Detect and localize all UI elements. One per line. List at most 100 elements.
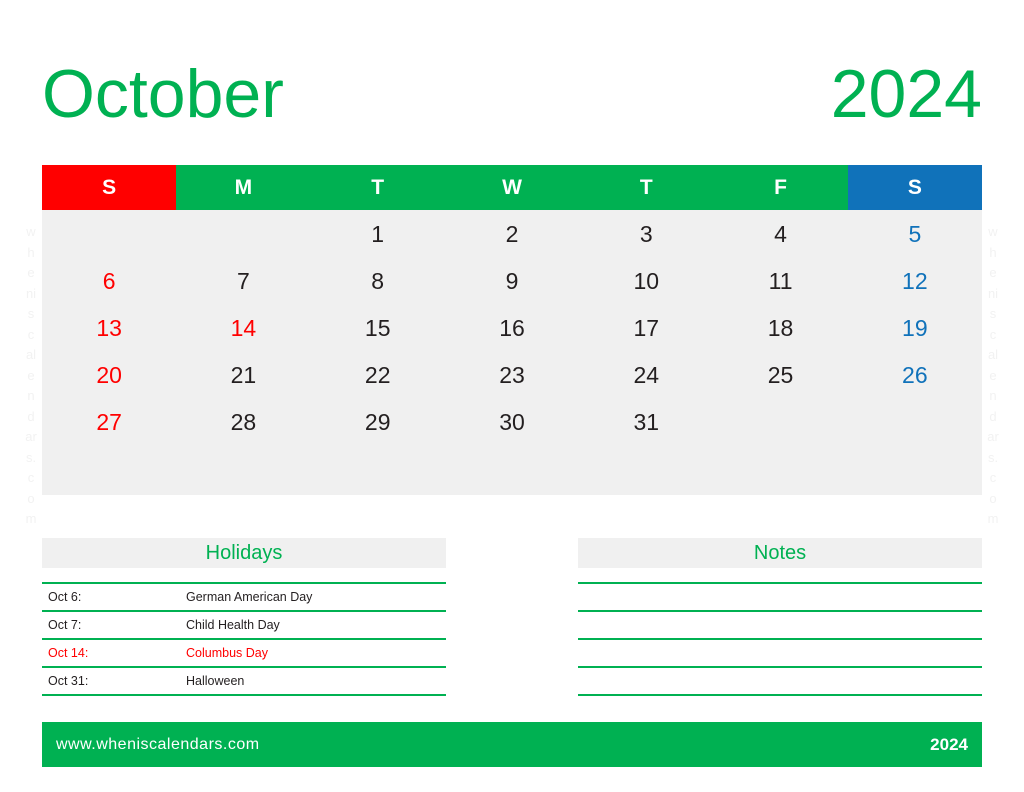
calendar-day-13[interactable]: 13	[42, 305, 176, 352]
watermark-char: e	[989, 265, 997, 280]
watermark-char: c	[27, 470, 35, 485]
calendar-day-empty	[713, 446, 847, 493]
watermark-char: c	[989, 470, 997, 485]
calendar-day-18[interactable]: 18	[713, 305, 847, 352]
calendar-day-3[interactable]: 3	[579, 211, 713, 258]
calendar-day-23[interactable]: 23	[445, 352, 579, 399]
note-line[interactable]	[578, 696, 982, 724]
watermark-char: al	[25, 347, 37, 362]
footer-site-url[interactable]: www.wheniscalendars.com	[56, 736, 260, 754]
holiday-label: German American Day	[186, 590, 313, 604]
watermark-left: w h e ni s c al e n d ar s. c o m	[18, 222, 44, 530]
calendar-day-24[interactable]: 24	[579, 352, 713, 399]
watermark-char: o	[27, 490, 35, 506]
watermark-char: w	[988, 224, 998, 239]
holidays-heading: Holidays	[42, 538, 446, 568]
watermark-char: s	[989, 306, 997, 321]
holiday-row: Oct 6: German American Day	[42, 584, 446, 612]
calendar-day-20[interactable]: 20	[42, 352, 176, 399]
watermark-right: w h e ni s c al e n d ar s. c o m	[980, 222, 1006, 530]
note-line[interactable]	[578, 612, 982, 640]
watermark-char: n	[989, 388, 997, 403]
watermark-char: h	[27, 244, 35, 260]
calendar-day-empty	[848, 446, 982, 493]
calendar-day-6[interactable]: 6	[42, 258, 176, 305]
watermark-char: ar	[987, 429, 999, 444]
watermark-char: ar	[25, 429, 37, 444]
calendar-day-21[interactable]: 21	[176, 352, 310, 399]
calendar-grid: SMTWTFS 1 2 3 4 5 6 7 8 9 10 11 12 13 14 15 16 17 18 19 20 2…	[42, 165, 982, 495]
calendar-day-27[interactable]: 27	[42, 399, 176, 446]
watermark-char: h	[989, 244, 997, 260]
calendar-day-29[interactable]: 29	[311, 399, 445, 446]
calendar-day-30[interactable]: 30	[445, 399, 579, 446]
watermark-char: s.	[25, 449, 37, 465]
calendar-day-empty	[42, 446, 176, 493]
calendar-day-4[interactable]: 4	[713, 211, 847, 258]
watermark-char: o	[989, 490, 997, 506]
watermark-char: m	[987, 511, 999, 526]
calendar-day-12[interactable]: 12	[848, 258, 982, 305]
watermark-char: n	[27, 388, 35, 403]
lower-panels: Holidays Oct 6: German American Day Oct 7:…	[42, 538, 982, 724]
holiday-date: Oct 14:	[48, 646, 89, 660]
calendar-day-empty	[445, 446, 579, 493]
calendar-weekday-header: SMTWTFS	[42, 165, 982, 210]
note-line[interactable]	[578, 584, 982, 612]
note-line[interactable]	[578, 640, 982, 668]
watermark-char: c	[989, 326, 997, 342]
calendar-day-empty	[311, 446, 445, 493]
watermark-char: m	[25, 511, 37, 526]
calendar-day-31[interactable]: 31	[579, 399, 713, 446]
calendar-day-19[interactable]: 19	[848, 305, 982, 352]
watermark-char: s	[27, 306, 35, 321]
watermark-char: e	[27, 367, 35, 383]
calendar-day-10[interactable]: 10	[579, 258, 713, 305]
watermark-char: w	[26, 224, 36, 239]
weekday-header-cell-3: W	[444, 165, 580, 210]
calendar-day-empty	[713, 399, 847, 446]
calendar-day-25[interactable]: 25	[713, 352, 847, 399]
notes-heading: Notes	[578, 538, 982, 568]
weekday-header-cell-5: F	[713, 165, 848, 210]
calendar-day-8[interactable]: 8	[311, 258, 445, 305]
calendar-day-26[interactable]: 26	[848, 352, 982, 399]
holiday-date: Oct 7:	[48, 618, 82, 632]
calendar-day-14[interactable]: 14	[176, 305, 310, 352]
watermark-char: s.	[987, 449, 999, 465]
calendar-day-9[interactable]: 9	[445, 258, 579, 305]
weekday-header-cell-2: T	[310, 165, 445, 210]
calendar-day-empty	[579, 446, 713, 493]
calendar-day-1[interactable]: 1	[311, 211, 445, 258]
weekday-header-cell-1: M	[176, 165, 311, 210]
calendar-day-empty	[848, 399, 982, 446]
calendar-day-2[interactable]: 2	[445, 211, 579, 258]
weekday-header-cell-4: T	[579, 165, 714, 210]
holiday-date: Oct 6:	[48, 590, 82, 604]
note-line[interactable]	[578, 668, 982, 696]
calendar-day-11[interactable]: 11	[713, 258, 847, 305]
footer-bar: www.wheniscalendars.com 2024	[42, 722, 982, 767]
calendar-days-body: 1 2 3 4 5 6 7 8 9 10 11 12 13 14 15 16 17 18 19 20 21 22 23 24 2…	[42, 210, 982, 495]
calendar-day-16[interactable]: 16	[445, 305, 579, 352]
watermark-char: d	[989, 408, 997, 424]
holiday-label: Halloween	[186, 674, 245, 688]
calendar-day-15[interactable]: 15	[311, 305, 445, 352]
watermark-char: e	[27, 265, 35, 280]
watermark-char: al	[987, 347, 999, 362]
calendar-day-17[interactable]: 17	[579, 305, 713, 352]
holidays-panel: Holidays Oct 6: German American Day Oct 7:…	[42, 538, 446, 724]
calendar-title-row: October 2024	[42, 48, 982, 140]
holiday-row: Oct 14: Columbus Day	[42, 640, 446, 668]
watermark-char: e	[989, 367, 997, 383]
calendar-day-5[interactable]: 5	[848, 211, 982, 258]
calendar-day-empty	[176, 211, 310, 258]
footer-year: 2024	[930, 734, 968, 754]
weekday-header-cell-6: S	[847, 165, 982, 210]
calendar-day-7[interactable]: 7	[176, 258, 310, 305]
watermark-char: c	[27, 326, 35, 342]
calendar-day-22[interactable]: 22	[311, 352, 445, 399]
holiday-label: Columbus Day	[186, 646, 268, 660]
holiday-row: Oct 7: Child Health Day	[42, 612, 446, 640]
calendar-day-28[interactable]: 28	[176, 399, 310, 446]
